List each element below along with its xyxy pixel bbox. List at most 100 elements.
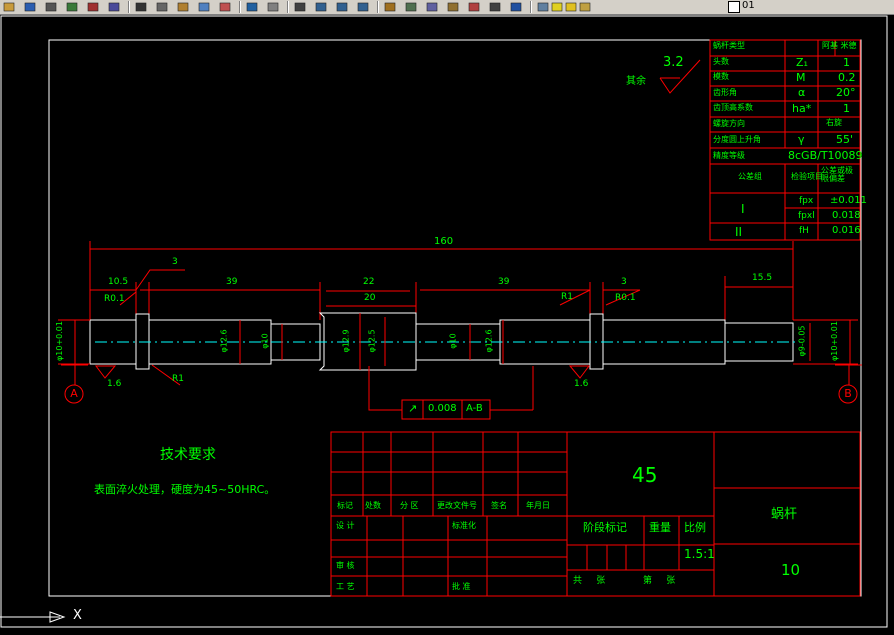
layers-icon[interactable] xyxy=(536,1,550,13)
tol-value-2: 0.016 xyxy=(832,225,861,236)
brush-icon[interactable] xyxy=(218,1,232,13)
tb-stage-mark: 阶段标记 xyxy=(583,521,627,534)
drawing-number: 10 xyxy=(781,561,801,579)
dim-dia-12-5: φ12.5 xyxy=(367,329,377,353)
toolbar-separator xyxy=(239,1,241,13)
tol-header-value: 公差或极限偏差 xyxy=(821,166,853,183)
tol-value-1: 0.018 xyxy=(832,210,861,221)
toolbar-separator xyxy=(128,1,130,13)
tech-req-title: 技术要求 xyxy=(160,447,216,463)
part-name: 蜗杆 xyxy=(771,507,798,522)
param-label-0: 蜗杆类型 xyxy=(713,41,745,50)
open-icon[interactable] xyxy=(2,1,16,13)
dim-22: 22 xyxy=(363,277,375,287)
match-icon[interactable] xyxy=(197,1,211,13)
calc-icon[interactable] xyxy=(488,1,502,13)
undo-icon[interactable] xyxy=(245,1,259,13)
param-value-5: 右旋 xyxy=(826,118,842,127)
sheet-border xyxy=(0,15,888,628)
tb-total-sheets: 共 张 xyxy=(573,576,606,586)
dim-dia-12-9: φ12.9 xyxy=(341,329,351,353)
paste-icon[interactable] xyxy=(176,1,190,13)
param-value-7: 8cGB/T10089 xyxy=(788,149,863,162)
tb-design: 设 计 xyxy=(336,521,355,530)
tool-palette-icon[interactable] xyxy=(425,1,439,13)
save-icon[interactable] xyxy=(23,1,37,13)
tol-header-group: 公差组 xyxy=(738,172,762,181)
param-symbol-4: ha* xyxy=(792,102,812,115)
tol-group-0: I xyxy=(741,202,745,216)
tb-weight: 重量 xyxy=(649,521,671,534)
roughness-triangles xyxy=(95,365,590,379)
tb-review: 审 核 xyxy=(336,561,355,570)
tol-frame-datum: A-B xyxy=(466,403,483,414)
lightbulb-icon[interactable] xyxy=(550,1,564,13)
zoom-realtime-icon[interactable] xyxy=(314,1,328,13)
tb-header-4: 签名 xyxy=(491,501,507,510)
dim-20: 20 xyxy=(364,293,376,303)
toolbar-separator xyxy=(530,1,532,13)
sun-icon[interactable] xyxy=(564,1,578,13)
dim-dia-10-right: φ10 xyxy=(448,333,458,349)
dim-dia-right-end: φ10+0.01 xyxy=(829,321,839,361)
properties-icon[interactable] xyxy=(383,1,397,13)
param-value-3: 20° xyxy=(836,86,856,99)
dim-39-right: 39 xyxy=(498,277,510,287)
tol-group-2: II xyxy=(735,225,743,239)
rough-right: 1.6 xyxy=(574,379,589,389)
param-symbol-3: α xyxy=(798,86,806,99)
tb-header-2: 分 区 xyxy=(400,501,419,510)
tb-scale-label: 比例 xyxy=(684,521,706,534)
dim-r01-left: R0.1 xyxy=(104,294,125,304)
dim-dia-10-left: φ10 xyxy=(260,333,270,349)
rough-left: 1.6 xyxy=(107,379,122,389)
tol-item-0: fpx xyxy=(799,196,814,206)
param-symbol-1: Z₁ xyxy=(796,56,808,69)
dim-15-5: 15.5 xyxy=(752,273,773,283)
plot-icon[interactable] xyxy=(107,1,121,13)
zoom-window-icon[interactable] xyxy=(335,1,349,13)
dim-overall: 160 xyxy=(434,236,454,247)
dim-r1-right: R1 xyxy=(561,292,573,302)
publish-icon[interactable] xyxy=(86,1,100,13)
param-label-3: 齿形角 xyxy=(713,88,737,97)
param-label-4: 齿顶高系数 xyxy=(713,103,753,112)
sheet-set-icon[interactable] xyxy=(446,1,460,13)
cut-icon[interactable] xyxy=(134,1,148,13)
pan-icon[interactable] xyxy=(293,1,307,13)
toolbar xyxy=(0,0,894,15)
design-center-icon[interactable] xyxy=(404,1,418,13)
tol-item-1: fpxl xyxy=(798,211,815,221)
dim-r1-left: R1 xyxy=(172,374,184,384)
tb-header-1: 处数 xyxy=(365,501,381,510)
drawing-canvas[interactable]: 蜗杆类型 阿基 米德 头数 Z₁ 1 模数 M 0.2 齿形角 α 20° 齿顶… xyxy=(0,15,894,635)
preview-icon[interactable] xyxy=(65,1,79,13)
zoom-previous-icon[interactable] xyxy=(356,1,370,13)
tb-scale: 1.5:1 xyxy=(684,547,715,561)
param-value-4: 1 xyxy=(843,102,850,115)
param-label-1: 头数 xyxy=(713,57,729,66)
tb-header-0: 标记 xyxy=(337,501,353,510)
help-icon[interactable] xyxy=(509,1,523,13)
tb-process: 工 艺 xyxy=(336,582,355,591)
tb-header-3: 更改文件号 xyxy=(437,501,477,510)
param-symbol-2: M xyxy=(796,71,806,84)
param-value-6: 55' xyxy=(836,133,854,146)
param-label-6: 分度圆上升角 xyxy=(713,135,761,144)
tol-item-2: fH xyxy=(799,226,809,236)
layer-color-swatch[interactable] xyxy=(728,1,740,13)
ucs-x-label: X xyxy=(73,608,82,623)
ucs-icon xyxy=(0,611,66,623)
material: 45 xyxy=(632,463,658,487)
copy-icon[interactable] xyxy=(155,1,169,13)
markup-icon[interactable] xyxy=(467,1,481,13)
toolbar-separator xyxy=(287,1,289,13)
print-icon[interactable] xyxy=(44,1,58,13)
roughness-label: 其余 xyxy=(626,76,646,87)
roughness-value: 3.2 xyxy=(663,55,684,70)
layer-name[interactable]: 01 xyxy=(742,0,755,12)
redo-icon[interactable] xyxy=(266,1,280,13)
tb-header-5: 年月日 xyxy=(526,501,550,510)
tb-sheet-no: 第 张 xyxy=(643,576,676,586)
lock-icon[interactable] xyxy=(578,1,592,13)
